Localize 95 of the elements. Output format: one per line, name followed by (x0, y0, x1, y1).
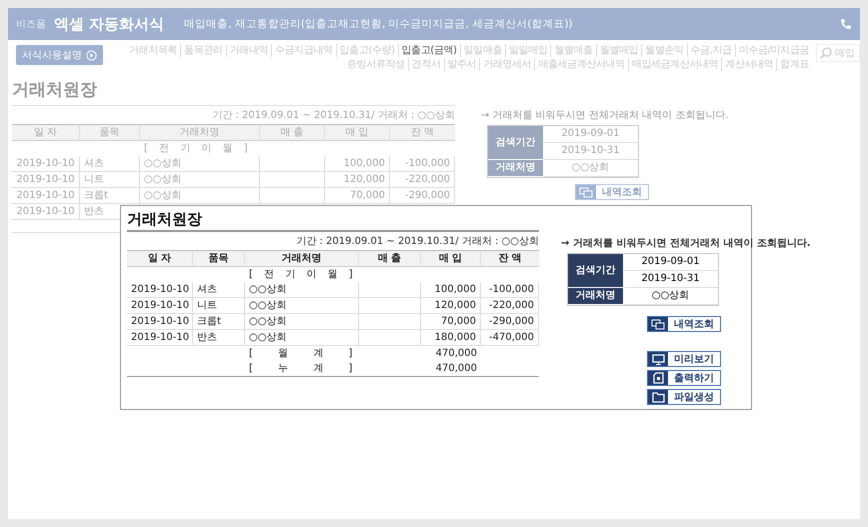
column-header: 품목 (193, 250, 245, 267)
form-label: 검색기간 (568, 254, 623, 288)
page-title: 거래처원장 (12, 78, 455, 106)
windows-icon (651, 318, 665, 330)
table-cell (260, 172, 325, 188)
table-cell: ○○상회 (140, 172, 260, 188)
table-cell: 반츠 (193, 330, 245, 346)
table-cell (359, 330, 421, 346)
table-cell: 크롭t (193, 314, 245, 330)
table-cell: ○○상회 (245, 330, 359, 346)
total-value: 470,000 (434, 362, 478, 375)
form-label: 거래처명 (568, 288, 623, 305)
table-cell: -290,000 (481, 314, 539, 330)
table-cell: 100,000 (325, 156, 390, 172)
query-button[interactable]: 내역조회 (575, 184, 649, 200)
play-circle-icon (86, 50, 97, 60)
column-header: 잔 액 (481, 250, 539, 267)
carryover-label: [ 전 기 이 월 ] (143, 142, 248, 155)
search-icon (819, 46, 833, 60)
app-subtitle: 매입매출, 재고통합관리(입출고재고현황, 미수금미지급금, 세금계산서(합계표)) (184, 17, 574, 31)
table-cell: -100,000 (481, 282, 539, 298)
date-field[interactable]: 2019-10-31 (543, 143, 638, 160)
carryover-label: [ 전 기 이 월 ] (248, 268, 353, 281)
table-cell (260, 188, 325, 204)
table-cell: 120,000 (325, 172, 390, 188)
table-cell: 180,000 (421, 330, 481, 346)
table-cell (359, 314, 421, 330)
column-header: 품목 (80, 124, 140, 141)
column-header: 매 출 (359, 250, 421, 267)
hint-text: → 거래처를 비워두시면 전체거래처 내역이 조회됩니다. (481, 109, 728, 123)
table-cell: ○○상회 (245, 298, 359, 314)
column-header: 매 출 (260, 124, 325, 141)
date-field[interactable]: 2019-09-01 (623, 254, 718, 271)
period-text: 기간 : 2019.09.01 ~ 2019.10.31/ 거래처 : ○○상회 (211, 109, 455, 123)
monitor-icon (652, 354, 664, 364)
table-cell: 2019-10-10 (12, 204, 80, 220)
table-cell: ○○상회 (140, 156, 260, 172)
column-header: 매 입 (421, 250, 481, 267)
ledger-title: 거래처원장 (127, 210, 539, 232)
table-cell: 2019-10-10 (127, 298, 193, 314)
table-cell: 니트 (193, 298, 245, 314)
document-icon (652, 372, 664, 384)
table-cell: -220,000 (481, 298, 539, 314)
table-cell: -290,000 (390, 188, 455, 204)
menu-link[interactable]: 입출고(금액) (398, 44, 460, 57)
form-label: 거래처명 (488, 160, 543, 177)
preview-button[interactable]: 미리보기 (647, 351, 721, 367)
table-cell: 셔츠 (193, 282, 245, 298)
table-cell: ○○상회 (245, 282, 359, 298)
table-cell: ○○상회 (140, 188, 260, 204)
table-cell: -220,000 (390, 172, 455, 188)
table-cell: 70,000 (421, 314, 481, 330)
print-button[interactable]: 출력하기 (647, 370, 721, 386)
query-button[interactable]: 내역조회 (647, 316, 721, 332)
table-cell: 2019-10-10 (127, 314, 193, 330)
file-button[interactable]: 파일생성 (647, 389, 721, 405)
table-cell (260, 156, 325, 172)
brand-label: 비즈폼 (16, 18, 46, 31)
guide-button[interactable]: 서식사용설명 (16, 45, 103, 65)
table-cell: 70,000 (325, 188, 390, 204)
phone-icon (840, 18, 852, 30)
table-cell: -100,000 (390, 156, 455, 172)
table-cell: 2019-10-10 (12, 156, 80, 172)
table-cell: 2019-10-10 (12, 188, 80, 204)
vendor-field[interactable]: ○○상회 (543, 160, 638, 177)
table-cell: 2019-10-10 (12, 172, 80, 188)
table-cell: 니트 (80, 172, 140, 188)
table-cell (359, 282, 421, 298)
date-field[interactable]: 2019-10-31 (623, 271, 718, 288)
form-label: 검색기간 (488, 126, 543, 160)
column-header: 매 입 (325, 124, 390, 141)
table-cell: 2019-10-10 (127, 330, 193, 346)
table-cell: -470,000 (481, 330, 539, 346)
folder-icon (652, 392, 664, 402)
total-label: [ 월 계 ] (248, 347, 352, 360)
column-header: 일 자 (12, 124, 80, 141)
windows-icon (579, 186, 593, 198)
table-cell: 셔츠 (80, 156, 140, 172)
column-header: 일 자 (127, 250, 193, 267)
table-cell: 120,000 (421, 298, 481, 314)
table-cell: 2019-10-10 (127, 282, 193, 298)
table-cell: 100,000 (421, 282, 481, 298)
column-header: 잔 액 (390, 124, 455, 141)
column-header: 거래처명 (245, 250, 359, 267)
column-header: 거래처명 (140, 124, 260, 141)
period-text: 기간 : 2019.09.01 ~ 2019.10.31/ 거래처 : ○○상회 (295, 235, 539, 249)
date-field[interactable]: 2019-09-01 (543, 126, 638, 143)
total-label: [ 누 계 ] (248, 362, 352, 375)
table-cell: ○○상회 (245, 314, 359, 330)
app-title: 엑셀 자동화서식 (54, 14, 164, 34)
table-cell: 크롭t (80, 188, 140, 204)
vendor-field[interactable]: ○○상회 (623, 288, 718, 305)
table-cell (359, 298, 421, 314)
total-value: 470,000 (434, 347, 478, 360)
hint-text: → 거래처를 비워두시면 전체거래처 내역이 조회됩니다. (561, 237, 811, 251)
